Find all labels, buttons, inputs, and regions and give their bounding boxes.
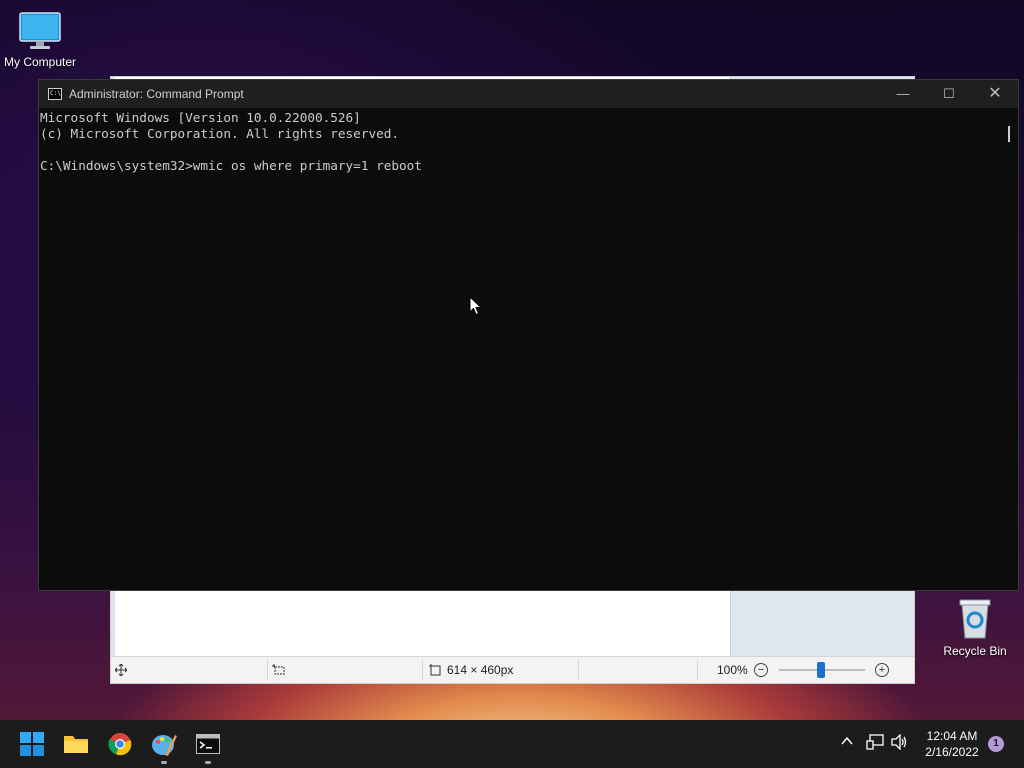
zoom-level: 100% [717,663,748,677]
desktop-icon-recycle-bin[interactable]: Recycle Bin [935,596,1015,658]
recycle-bin-icon [959,599,991,639]
vertical-scrollbar[interactable] [1001,110,1018,590]
title-bar[interactable]: C:\ Administrator: Command Prompt — ☐ ✕ [39,80,1018,108]
maximize-icon: ☐ [943,86,955,101]
cmd-icon: C:\ [48,88,62,100]
console-line: Microsoft Windows [Version 10.0.22000.52… [40,110,361,125]
image-size-icon [429,657,441,683]
console-prompt-line: C:\Windows\system32>wmic os where primar… [40,158,422,173]
taskbar: 12:04 AM 2/16/2022 [0,720,1024,768]
desktop-icon-label: Recycle Bin [943,644,1007,658]
zoom-out-button[interactable]: − [754,663,768,677]
minimize-button[interactable]: — [880,80,926,108]
close-icon: ✕ [988,85,1002,102]
chevron-up-icon [841,736,853,745]
maximize-button[interactable]: ☐ [926,80,972,108]
desktop-icon-my-computer[interactable]: My Computer [0,8,80,69]
taskbar-chrome[interactable] [104,728,136,760]
file-explorer-icon [64,736,88,753]
close-button[interactable]: ✕ [972,80,1018,108]
scrollbar-thumb[interactable] [1008,126,1010,142]
clock-date: 2/16/2022 [925,745,979,759]
paint-icon [152,735,177,756]
console-line: (c) Microsoft Corporation. All rights re… [40,126,400,141]
desktop-icon-label: My Computer [3,55,77,69]
clock[interactable]: 12:04 AM 2/16/2022 [920,728,984,760]
command-prompt-window[interactable]: C:\ Administrator: Command Prompt — ☐ ✕ … [38,79,1019,591]
taskbar-terminal[interactable] [192,728,224,764]
terminal-icon [196,734,220,754]
selection-icon [272,657,286,683]
console-output[interactable]: Microsoft Windows [Version 10.0.22000.52… [39,110,1001,590]
monitor-icon [19,12,61,49]
volume-icon [891,733,907,751]
chrome-icon [108,733,132,756]
window-title: Administrator: Command Prompt [69,87,244,101]
show-hidden-icons-button[interactable] [840,734,854,752]
network-icon [866,734,884,750]
zoom-in-button[interactable]: + [875,663,889,677]
start-icon [20,732,44,756]
taskbar-paint[interactable] [148,728,180,764]
running-indicator [205,761,211,764]
mouse-cursor-icon [469,296,482,316]
volume-button[interactable] [891,733,909,754]
move-icon [115,657,127,683]
clock-time: 12:04 AM [926,729,978,743]
notification-badge[interactable]: 1 [988,736,1004,752]
network-button[interactable] [866,734,884,754]
paint-status-bar: 614 × 460px 100% − + [111,656,914,683]
start-button[interactable] [16,728,48,760]
image-dimensions: 614 × 460px [447,663,514,677]
taskbar-file-explorer[interactable] [60,728,92,760]
running-indicator [161,761,167,764]
minimize-icon: — [896,86,910,101]
zoom-slider-thumb[interactable] [817,662,825,678]
